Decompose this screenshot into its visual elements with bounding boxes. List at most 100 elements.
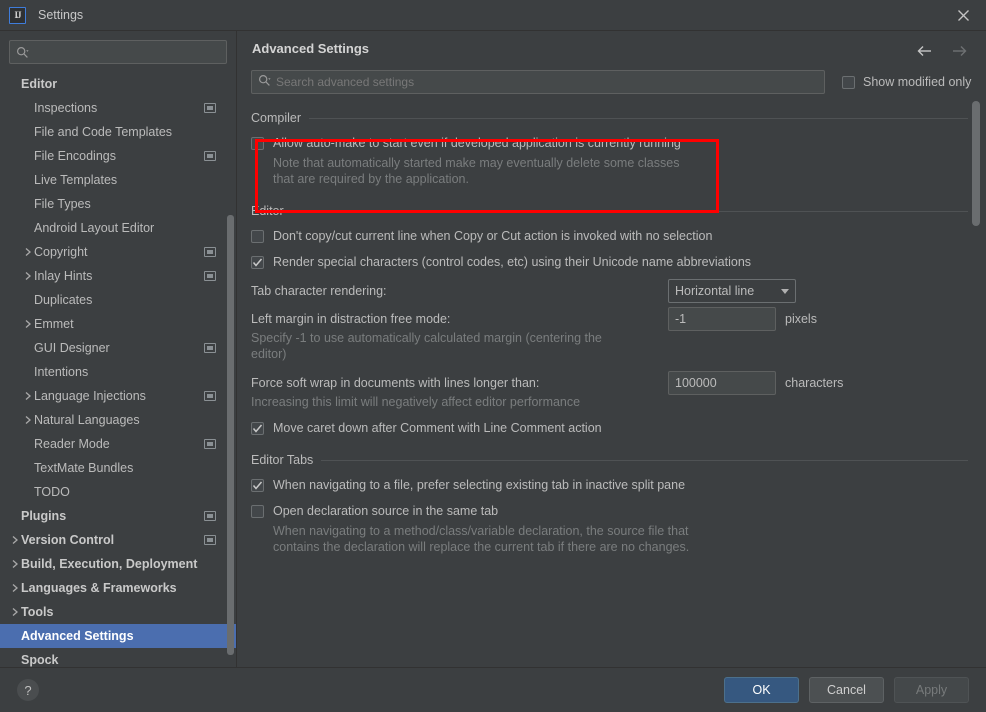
project-level-setting-icon bbox=[204, 439, 216, 449]
sidebar-item-label: File and Code Templates bbox=[34, 125, 172, 139]
sidebar-search-input[interactable] bbox=[34, 45, 220, 59]
checkbox[interactable] bbox=[251, 256, 264, 269]
chevron-right-icon[interactable] bbox=[21, 319, 34, 329]
arrow-left-icon[interactable] bbox=[916, 43, 934, 59]
chevron-right-icon[interactable] bbox=[21, 391, 34, 401]
sidebar-item-language-injections[interactable]: Language Injections bbox=[0, 384, 236, 408]
apply-button[interactable]: Apply bbox=[894, 677, 969, 703]
main-scrollbar-thumb[interactable] bbox=[972, 101, 980, 226]
sidebar-scrollbar-track[interactable] bbox=[227, 215, 234, 667]
panel-header: Advanced Settings bbox=[237, 31, 986, 66]
sidebar-item-android-layout-editor[interactable]: Android Layout Editor bbox=[0, 216, 236, 240]
chevron-right-icon[interactable] bbox=[21, 415, 34, 425]
close-icon[interactable] bbox=[940, 0, 986, 30]
dialog-footer: ? OK Cancel Apply bbox=[0, 667, 986, 712]
sidebar-item-label: Intentions bbox=[34, 365, 88, 379]
setting-control: pixels bbox=[668, 307, 817, 331]
sidebar-search-box[interactable] bbox=[9, 40, 227, 64]
sidebar-item-copyright[interactable]: Copyright bbox=[0, 240, 236, 264]
sidebar-item-label: Languages & Frameworks bbox=[21, 581, 177, 595]
help-button[interactable]: ? bbox=[17, 679, 39, 701]
sidebar-item-label: Inspections bbox=[34, 101, 97, 115]
project-level-setting-icon bbox=[204, 391, 216, 401]
sidebar-item-natural-languages[interactable]: Natural Languages bbox=[0, 408, 236, 432]
setting-checkbox-row[interactable]: Open declaration source in the same tab bbox=[251, 504, 972, 519]
advanced-search-box[interactable] bbox=[251, 70, 825, 94]
setting-field-row: Left margin in distraction free mode:pix… bbox=[251, 312, 972, 326]
sidebar-item-live-templates[interactable]: Live Templates bbox=[0, 168, 236, 192]
setting-hint: Specify -1 to use automatically calculat… bbox=[251, 330, 611, 362]
show-modified-only-checkbox[interactable]: Show modified only bbox=[842, 75, 971, 89]
sidebar-search-wrap bbox=[0, 31, 236, 70]
sidebar-item-reader-mode[interactable]: Reader Mode bbox=[0, 432, 236, 456]
sidebar-item-inlay-hints[interactable]: Inlay Hints bbox=[0, 264, 236, 288]
sidebar-item-gui-designer[interactable]: GUI Designer bbox=[0, 336, 236, 360]
group-header-editor-tabs: Editor Tabs bbox=[251, 453, 972, 467]
setting-checkbox-row[interactable]: Render special characters (control codes… bbox=[251, 255, 972, 270]
sidebar-item-tools[interactable]: Tools bbox=[0, 600, 236, 624]
sidebar-item-label: Editor bbox=[21, 77, 57, 91]
advanced-search-input[interactable] bbox=[276, 75, 818, 89]
tab-character-rendering-dropdown[interactable]: Horizontal line bbox=[668, 279, 796, 303]
unit-label: pixels bbox=[785, 312, 817, 326]
sidebar-item-spock[interactable]: Spock bbox=[0, 648, 236, 667]
sidebar-item-label: Plugins bbox=[21, 509, 66, 523]
setting-label: Force soft wrap in documents with lines … bbox=[251, 376, 539, 390]
nav-arrows bbox=[916, 43, 968, 59]
checkbox[interactable] bbox=[251, 422, 264, 435]
sidebar-item-file-types[interactable]: File Types bbox=[0, 192, 236, 216]
sidebar-item-label: File Types bbox=[34, 197, 91, 211]
main-scrollbar-track[interactable] bbox=[975, 66, 983, 662]
chevron-right-icon[interactable] bbox=[8, 607, 21, 617]
sidebar-item-inspections[interactable]: Inspections bbox=[0, 96, 236, 120]
setting-checkbox-row[interactable]: When navigating to a file, prefer select… bbox=[251, 478, 972, 493]
group-header-editor: Editor bbox=[251, 204, 972, 218]
settings-tree: Editor Inspections File and Code Templates… bbox=[0, 72, 236, 667]
chevron-right-icon[interactable] bbox=[21, 247, 34, 257]
setting-checkbox-row[interactable]: Move caret down after Comment with Line … bbox=[251, 421, 972, 436]
show-modified-only-box[interactable] bbox=[842, 76, 855, 89]
project-level-setting-icon bbox=[204, 103, 216, 113]
checkbox[interactable] bbox=[251, 505, 264, 518]
sidebar-item-label: Reader Mode bbox=[34, 437, 110, 451]
setting-label: Move caret down after Comment with Line … bbox=[273, 421, 602, 436]
sidebar-item-label: File Encodings bbox=[34, 149, 116, 163]
page-title: Advanced Settings bbox=[252, 41, 369, 56]
sidebar-item-editor[interactable]: Editor bbox=[0, 72, 236, 96]
sidebar-item-label: Language Injections bbox=[34, 389, 146, 403]
show-modified-only-label: Show modified only bbox=[863, 75, 971, 89]
sidebar-item-version-control[interactable]: Version Control bbox=[0, 528, 236, 552]
sidebar-item-duplicates[interactable]: Duplicates bbox=[0, 288, 236, 312]
sidebar-item-label: Inlay Hints bbox=[34, 269, 92, 283]
number-input[interactable] bbox=[668, 371, 776, 395]
sidebar-scrollbar-thumb[interactable] bbox=[227, 215, 234, 655]
number-input[interactable] bbox=[668, 307, 776, 331]
chevron-right-icon[interactable] bbox=[8, 535, 21, 545]
setting-field-row: Tab character rendering:Horizontal line bbox=[251, 284, 972, 298]
sidebar-item-textmate-bundles[interactable]: TextMate Bundles bbox=[0, 456, 236, 480]
sidebar-item-emmet[interactable]: Emmet bbox=[0, 312, 236, 336]
sidebar-item-intentions[interactable]: Intentions bbox=[0, 360, 236, 384]
arrow-right-icon[interactable] bbox=[950, 43, 968, 59]
checkbox[interactable] bbox=[251, 479, 264, 492]
sidebar-item-file-encodings[interactable]: File Encodings bbox=[0, 144, 236, 168]
chevron-right-icon[interactable] bbox=[8, 559, 21, 569]
ok-button[interactable]: OK bbox=[724, 677, 799, 703]
checkbox[interactable] bbox=[251, 137, 264, 150]
sidebar-item-languages-frameworks[interactable]: Languages & Frameworks bbox=[0, 576, 236, 600]
cancel-button[interactable]: Cancel bbox=[809, 677, 884, 703]
sidebar-item-plugins[interactable]: Plugins bbox=[0, 504, 236, 528]
setting-checkbox-row[interactable]: Don't copy/cut current line when Copy or… bbox=[251, 229, 972, 244]
sidebar-item-build-execution-deployment[interactable]: Build, Execution, Deployment bbox=[0, 552, 236, 576]
sidebar-item-label: Version Control bbox=[21, 533, 114, 547]
chevron-right-icon[interactable] bbox=[21, 271, 34, 281]
setting-label: Allow auto-make to start even if develop… bbox=[273, 136, 681, 151]
chevron-right-icon[interactable] bbox=[8, 583, 21, 593]
group-header-compiler: Compiler bbox=[251, 111, 972, 125]
sidebar-item-todo[interactable]: TODO bbox=[0, 480, 236, 504]
sidebar-item-advanced-settings[interactable]: Advanced Settings bbox=[0, 624, 236, 648]
sidebar-item-label: Emmet bbox=[34, 317, 74, 331]
sidebar-item-file-and-code-templates[interactable]: File and Code Templates bbox=[0, 120, 236, 144]
setting-checkbox-row[interactable]: Allow auto-make to start even if develop… bbox=[251, 136, 972, 151]
checkbox[interactable] bbox=[251, 230, 264, 243]
